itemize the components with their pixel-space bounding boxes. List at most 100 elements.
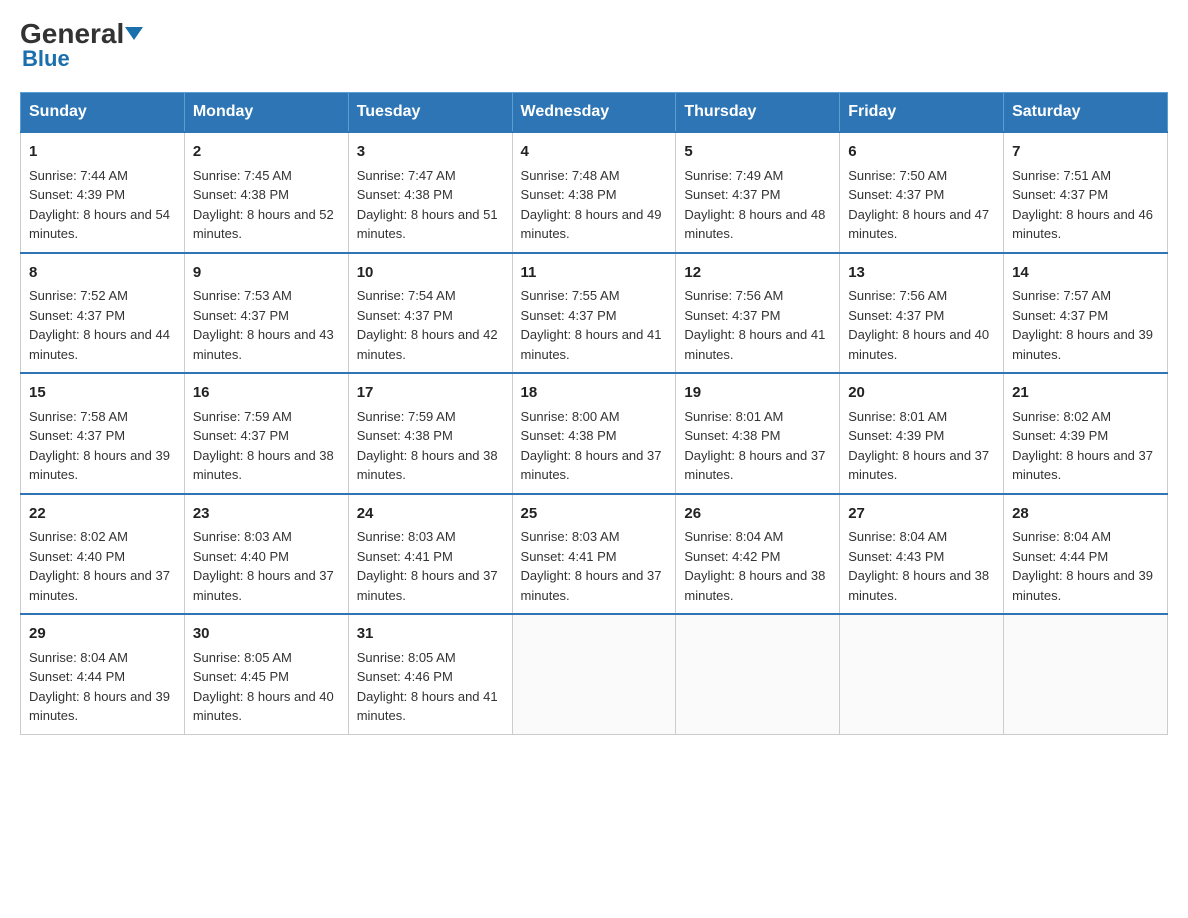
day-number: 24 <box>357 503 504 526</box>
day-info: Sunrise: 8:03 AMSunset: 4:41 PMDaylight:… <box>521 529 662 603</box>
calendar-cell: 3 Sunrise: 7:47 AMSunset: 4:38 PMDayligh… <box>348 132 512 253</box>
day-info: Sunrise: 8:04 AMSunset: 4:43 PMDaylight:… <box>848 529 989 603</box>
day-number: 16 <box>193 382 340 405</box>
day-info: Sunrise: 8:04 AMSunset: 4:44 PMDaylight:… <box>29 650 170 724</box>
calendar-cell: 16 Sunrise: 7:59 AMSunset: 4:37 PMDaylig… <box>184 373 348 494</box>
calendar-cell: 20 Sunrise: 8:01 AMSunset: 4:39 PMDaylig… <box>840 373 1004 494</box>
day-number: 9 <box>193 262 340 285</box>
page-header: General Blue <box>20 20 1168 72</box>
day-number: 20 <box>848 382 995 405</box>
col-header-monday: Monday <box>184 93 348 133</box>
calendar-cell: 9 Sunrise: 7:53 AMSunset: 4:37 PMDayligh… <box>184 253 348 374</box>
day-number: 3 <box>357 141 504 164</box>
calendar-header-row: SundayMondayTuesdayWednesdayThursdayFrid… <box>21 93 1168 133</box>
day-info: Sunrise: 7:59 AMSunset: 4:37 PMDaylight:… <box>193 409 334 483</box>
calendar-cell: 5 Sunrise: 7:49 AMSunset: 4:37 PMDayligh… <box>676 132 840 253</box>
day-number: 18 <box>521 382 668 405</box>
day-number: 29 <box>29 623 176 646</box>
logo-general: General <box>20 20 143 48</box>
day-info: Sunrise: 7:44 AMSunset: 4:39 PMDaylight:… <box>29 168 170 242</box>
day-info: Sunrise: 8:04 AMSunset: 4:42 PMDaylight:… <box>684 529 825 603</box>
day-number: 21 <box>1012 382 1159 405</box>
col-header-sunday: Sunday <box>21 93 185 133</box>
day-info: Sunrise: 8:05 AMSunset: 4:45 PMDaylight:… <box>193 650 334 724</box>
day-info: Sunrise: 8:05 AMSunset: 4:46 PMDaylight:… <box>357 650 498 724</box>
day-info: Sunrise: 7:49 AMSunset: 4:37 PMDaylight:… <box>684 168 825 242</box>
day-info: Sunrise: 7:51 AMSunset: 4:37 PMDaylight:… <box>1012 168 1153 242</box>
calendar-cell: 15 Sunrise: 7:58 AMSunset: 4:37 PMDaylig… <box>21 373 185 494</box>
day-info: Sunrise: 8:03 AMSunset: 4:40 PMDaylight:… <box>193 529 334 603</box>
calendar-cell: 23 Sunrise: 8:03 AMSunset: 4:40 PMDaylig… <box>184 494 348 615</box>
day-info: Sunrise: 8:02 AMSunset: 4:39 PMDaylight:… <box>1012 409 1153 483</box>
week-row-5: 29 Sunrise: 8:04 AMSunset: 4:44 PMDaylig… <box>21 614 1168 734</box>
day-info: Sunrise: 7:52 AMSunset: 4:37 PMDaylight:… <box>29 288 170 362</box>
day-number: 27 <box>848 503 995 526</box>
day-number: 22 <box>29 503 176 526</box>
calendar-cell: 28 Sunrise: 8:04 AMSunset: 4:44 PMDaylig… <box>1004 494 1168 615</box>
day-number: 2 <box>193 141 340 164</box>
day-number: 31 <box>357 623 504 646</box>
calendar-table: SundayMondayTuesdayWednesdayThursdayFrid… <box>20 92 1168 735</box>
day-number: 6 <box>848 141 995 164</box>
calendar-cell: 19 Sunrise: 8:01 AMSunset: 4:38 PMDaylig… <box>676 373 840 494</box>
calendar-cell: 27 Sunrise: 8:04 AMSunset: 4:43 PMDaylig… <box>840 494 1004 615</box>
calendar-cell: 2 Sunrise: 7:45 AMSunset: 4:38 PMDayligh… <box>184 132 348 253</box>
calendar-cell: 14 Sunrise: 7:57 AMSunset: 4:37 PMDaylig… <box>1004 253 1168 374</box>
day-info: Sunrise: 7:57 AMSunset: 4:37 PMDaylight:… <box>1012 288 1153 362</box>
calendar-cell: 11 Sunrise: 7:55 AMSunset: 4:37 PMDaylig… <box>512 253 676 374</box>
day-info: Sunrise: 7:56 AMSunset: 4:37 PMDaylight:… <box>848 288 989 362</box>
day-info: Sunrise: 8:02 AMSunset: 4:40 PMDaylight:… <box>29 529 170 603</box>
calendar-cell: 4 Sunrise: 7:48 AMSunset: 4:38 PMDayligh… <box>512 132 676 253</box>
calendar-cell: 18 Sunrise: 8:00 AMSunset: 4:38 PMDaylig… <box>512 373 676 494</box>
col-header-saturday: Saturday <box>1004 93 1168 133</box>
day-info: Sunrise: 7:53 AMSunset: 4:37 PMDaylight:… <box>193 288 334 362</box>
calendar-cell: 7 Sunrise: 7:51 AMSunset: 4:37 PMDayligh… <box>1004 132 1168 253</box>
day-number: 30 <box>193 623 340 646</box>
day-number: 7 <box>1012 141 1159 164</box>
day-number: 8 <box>29 262 176 285</box>
day-info: Sunrise: 7:58 AMSunset: 4:37 PMDaylight:… <box>29 409 170 483</box>
day-info: Sunrise: 7:56 AMSunset: 4:37 PMDaylight:… <box>684 288 825 362</box>
week-row-4: 22 Sunrise: 8:02 AMSunset: 4:40 PMDaylig… <box>21 494 1168 615</box>
col-header-friday: Friday <box>840 93 1004 133</box>
day-info: Sunrise: 7:48 AMSunset: 4:38 PMDaylight:… <box>521 168 662 242</box>
day-number: 11 <box>521 262 668 285</box>
day-number: 25 <box>521 503 668 526</box>
day-info: Sunrise: 7:54 AMSunset: 4:37 PMDaylight:… <box>357 288 498 362</box>
calendar-cell: 22 Sunrise: 8:02 AMSunset: 4:40 PMDaylig… <box>21 494 185 615</box>
day-number: 28 <box>1012 503 1159 526</box>
calendar-cell: 12 Sunrise: 7:56 AMSunset: 4:37 PMDaylig… <box>676 253 840 374</box>
day-number: 23 <box>193 503 340 526</box>
day-info: Sunrise: 7:50 AMSunset: 4:37 PMDaylight:… <box>848 168 989 242</box>
day-number: 13 <box>848 262 995 285</box>
day-number: 10 <box>357 262 504 285</box>
week-row-1: 1 Sunrise: 7:44 AMSunset: 4:39 PMDayligh… <box>21 132 1168 253</box>
calendar-cell: 25 Sunrise: 8:03 AMSunset: 4:41 PMDaylig… <box>512 494 676 615</box>
calendar-cell: 8 Sunrise: 7:52 AMSunset: 4:37 PMDayligh… <box>21 253 185 374</box>
calendar-cell: 31 Sunrise: 8:05 AMSunset: 4:46 PMDaylig… <box>348 614 512 734</box>
day-info: Sunrise: 7:45 AMSunset: 4:38 PMDaylight:… <box>193 168 334 242</box>
calendar-cell <box>676 614 840 734</box>
calendar-cell: 21 Sunrise: 8:02 AMSunset: 4:39 PMDaylig… <box>1004 373 1168 494</box>
col-header-thursday: Thursday <box>676 93 840 133</box>
day-info: Sunrise: 7:59 AMSunset: 4:38 PMDaylight:… <box>357 409 498 483</box>
week-row-3: 15 Sunrise: 7:58 AMSunset: 4:37 PMDaylig… <box>21 373 1168 494</box>
logo-blue: Blue <box>22 46 70 72</box>
calendar-cell: 26 Sunrise: 8:04 AMSunset: 4:42 PMDaylig… <box>676 494 840 615</box>
calendar-cell: 29 Sunrise: 8:04 AMSunset: 4:44 PMDaylig… <box>21 614 185 734</box>
col-header-tuesday: Tuesday <box>348 93 512 133</box>
day-number: 17 <box>357 382 504 405</box>
day-number: 14 <box>1012 262 1159 285</box>
calendar-cell: 24 Sunrise: 8:03 AMSunset: 4:41 PMDaylig… <box>348 494 512 615</box>
day-info: Sunrise: 8:04 AMSunset: 4:44 PMDaylight:… <box>1012 529 1153 603</box>
logo: General Blue <box>20 20 143 72</box>
calendar-cell: 17 Sunrise: 7:59 AMSunset: 4:38 PMDaylig… <box>348 373 512 494</box>
calendar-cell: 13 Sunrise: 7:56 AMSunset: 4:37 PMDaylig… <box>840 253 1004 374</box>
day-info: Sunrise: 8:01 AMSunset: 4:39 PMDaylight:… <box>848 409 989 483</box>
week-row-2: 8 Sunrise: 7:52 AMSunset: 4:37 PMDayligh… <box>21 253 1168 374</box>
calendar-cell <box>1004 614 1168 734</box>
day-number: 1 <box>29 141 176 164</box>
day-number: 12 <box>684 262 831 285</box>
day-number: 15 <box>29 382 176 405</box>
calendar-cell <box>840 614 1004 734</box>
